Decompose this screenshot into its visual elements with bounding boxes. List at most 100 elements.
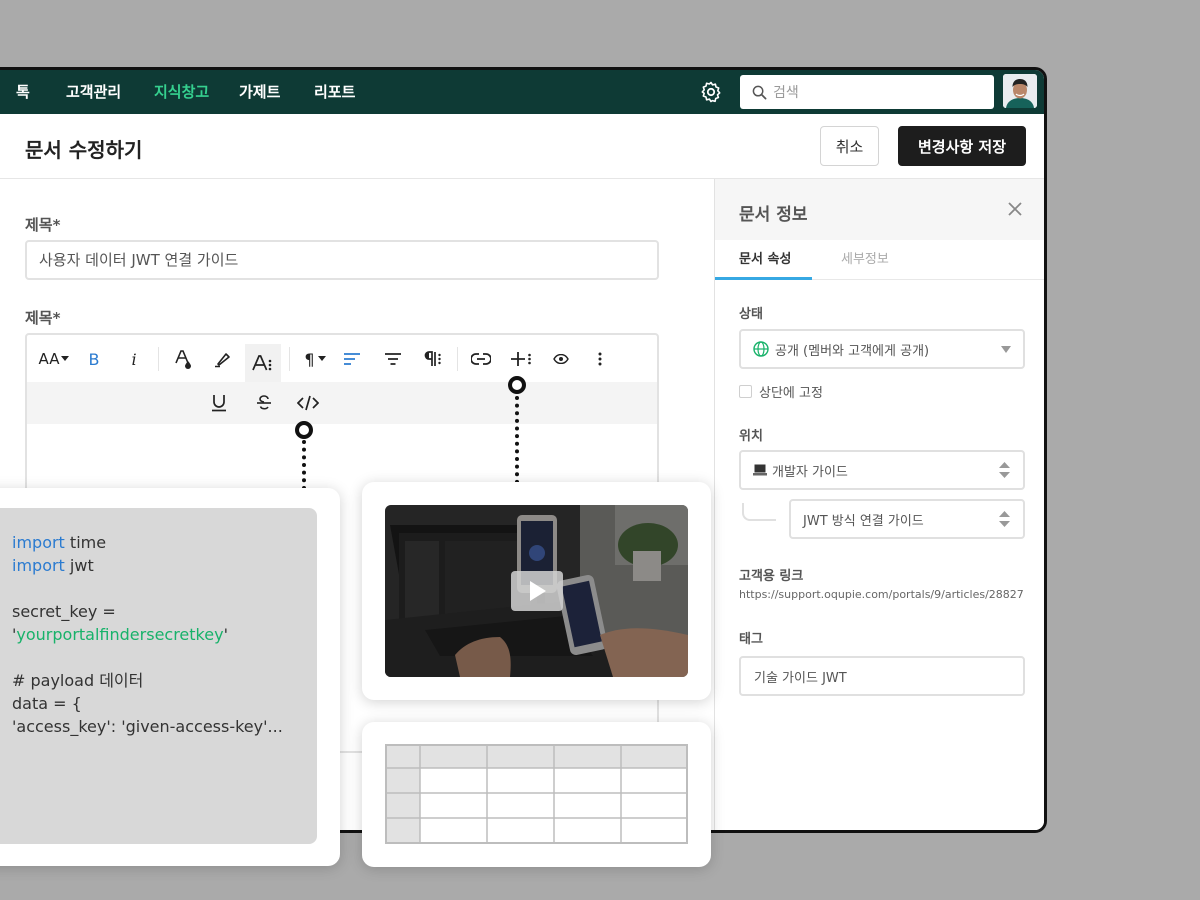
toolbar-divider: [158, 347, 159, 371]
table-preview[interactable]: [385, 744, 688, 844]
editor-toolbar-row-2: [27, 382, 657, 424]
nav-item-report[interactable]: 리포트: [314, 70, 355, 114]
text-color-button[interactable]: [172, 344, 194, 374]
laptop-icon: [753, 464, 767, 476]
paragraph-format-icon: [424, 351, 441, 366]
toolbar-divider: [289, 347, 290, 371]
sublocation-select[interactable]: JWT 방식 연결 가이드: [789, 499, 1025, 539]
play-icon[interactable]: [511, 571, 563, 611]
highlight-button[interactable]: [211, 344, 235, 374]
user-avatar-icon: [1003, 74, 1037, 108]
code-keyword: import: [12, 556, 65, 575]
code-block-button[interactable]: [295, 388, 321, 418]
code-keyword: import: [12, 533, 65, 552]
pin-to-top-checkbox[interactable]: [739, 385, 752, 398]
text-style-button[interactable]: [245, 344, 281, 382]
nav-item-customers[interactable]: 고객관리: [66, 70, 121, 114]
connector-line-media: [515, 396, 519, 484]
text-style-icon: [252, 355, 272, 371]
strikethrough-button[interactable]: [252, 388, 276, 418]
code-quote: ': [223, 625, 228, 644]
cancel-button[interactable]: 취소: [820, 126, 879, 166]
status-value: 공개 (멤버와 고객에게 공개): [775, 343, 930, 359]
code-text: jwt: [64, 556, 94, 575]
code-line: secret_key =: [12, 602, 116, 621]
page-header: 문서 수정하기 취소 변경사항 저장: [0, 114, 1044, 179]
preview-button[interactable]: [550, 344, 572, 374]
code-line: import jwt: [12, 554, 317, 577]
close-icon[interactable]: [1005, 199, 1025, 219]
toolbar-divider: [457, 347, 458, 371]
connector-node-code: [295, 421, 313, 439]
title-input[interactable]: 사용자 데이터 JWT 연결 가이드: [25, 240, 659, 280]
document-info-panel: 문서 정보 문서 속성 세부정보 상태 공개 (멤버와 고객에게 공개) 상단에…: [714, 179, 1044, 830]
connector-node-media: [508, 376, 526, 394]
chevron-down-icon: [1001, 346, 1011, 353]
insert-button[interactable]: [509, 344, 535, 374]
link-icon: [471, 353, 491, 365]
location-select[interactable]: 개발자 가이드: [739, 450, 1025, 490]
globe-icon: [753, 341, 769, 357]
table-embed-card: [362, 722, 711, 867]
tag-input[interactable]: 기술 가이드 JWT: [739, 656, 1025, 696]
paragraph-format-button[interactable]: [420, 344, 446, 374]
code-line: # payload 데이터: [12, 671, 144, 690]
save-changes-button[interactable]: 변경사항 저장: [898, 126, 1026, 166]
title-label: 제목*: [25, 216, 61, 234]
italic-button[interactable]: i: [123, 344, 145, 374]
align-center-button[interactable]: [382, 344, 404, 374]
connector-line-code: [302, 440, 306, 490]
tab-details[interactable]: 세부정보: [841, 240, 889, 280]
tab-document-properties[interactable]: 문서 속성: [739, 240, 791, 280]
code-block: import time import jwt secret_key = 'you…: [0, 508, 317, 844]
font-size-button[interactable]: AA: [37, 344, 71, 374]
customer-link-label: 고객용 링크: [739, 569, 804, 584]
location-label: 위치: [739, 429, 763, 444]
code-text: time: [64, 533, 107, 552]
code-icon: [297, 395, 319, 411]
preview-icon: [553, 354, 569, 364]
paragraph-label: ¶: [304, 349, 315, 369]
code-line: 'yourportalfindersecretkey': [12, 623, 317, 646]
search-input[interactable]: 검색: [740, 75, 994, 109]
align-left-button[interactable]: [341, 344, 363, 374]
search-icon: [752, 85, 767, 99]
hierarchy-connector: [742, 503, 776, 521]
code-line: 'access_key': 'given-access-key'...: [12, 717, 283, 736]
status-select[interactable]: 공개 (멤버와 고객에게 공개): [739, 329, 1025, 369]
avatar[interactable]: [1003, 74, 1037, 108]
code-string: yourportalfindersecretkey: [16, 625, 224, 644]
location-value: 개발자 가이드: [772, 464, 848, 480]
search-placeholder: 검색: [773, 85, 799, 101]
editor-toolbar: AA B i ¶: [27, 335, 657, 382]
more-options-button[interactable]: [590, 344, 610, 374]
link-button[interactable]: [469, 344, 493, 374]
nav-item-talk[interactable]: 톡: [16, 70, 30, 114]
paragraph-button[interactable]: ¶: [299, 344, 331, 374]
panel-title: 문서 정보: [739, 205, 808, 225]
video-embed-card: [362, 482, 711, 700]
gear-icon[interactable]: [699, 80, 723, 104]
font-size-label: AA: [38, 350, 60, 368]
caret-down-icon: [61, 356, 70, 361]
panel-header: 문서 정보: [715, 179, 1044, 240]
sublocation-value: JWT 방식 연결 가이드: [803, 513, 924, 529]
underline-button[interactable]: [207, 388, 231, 418]
bold-button[interactable]: B: [83, 344, 105, 374]
code-line: import time: [12, 531, 317, 554]
text-color-icon: [175, 350, 191, 369]
video-player[interactable]: [385, 505, 688, 677]
nav-item-knowledge-base[interactable]: 지식창고: [154, 70, 209, 114]
pin-to-top-label: 상단에 고정: [759, 386, 823, 401]
highlight-icon: [215, 353, 230, 368]
caret-down-icon: [317, 356, 326, 361]
insert-icon: [511, 352, 531, 366]
code-line: data = {: [12, 694, 82, 713]
code-block-card: import time import jwt secret_key = 'you…: [0, 488, 340, 866]
underline-icon: [212, 395, 226, 412]
sort-arrows-icon: [999, 511, 1010, 527]
more-icon: [598, 352, 602, 366]
status-label: 상태: [739, 307, 763, 322]
nav-item-gadget[interactable]: 가제트: [239, 70, 280, 114]
customer-link[interactable]: https://support.oqupie.com/portals/9/art…: [739, 588, 1024, 601]
